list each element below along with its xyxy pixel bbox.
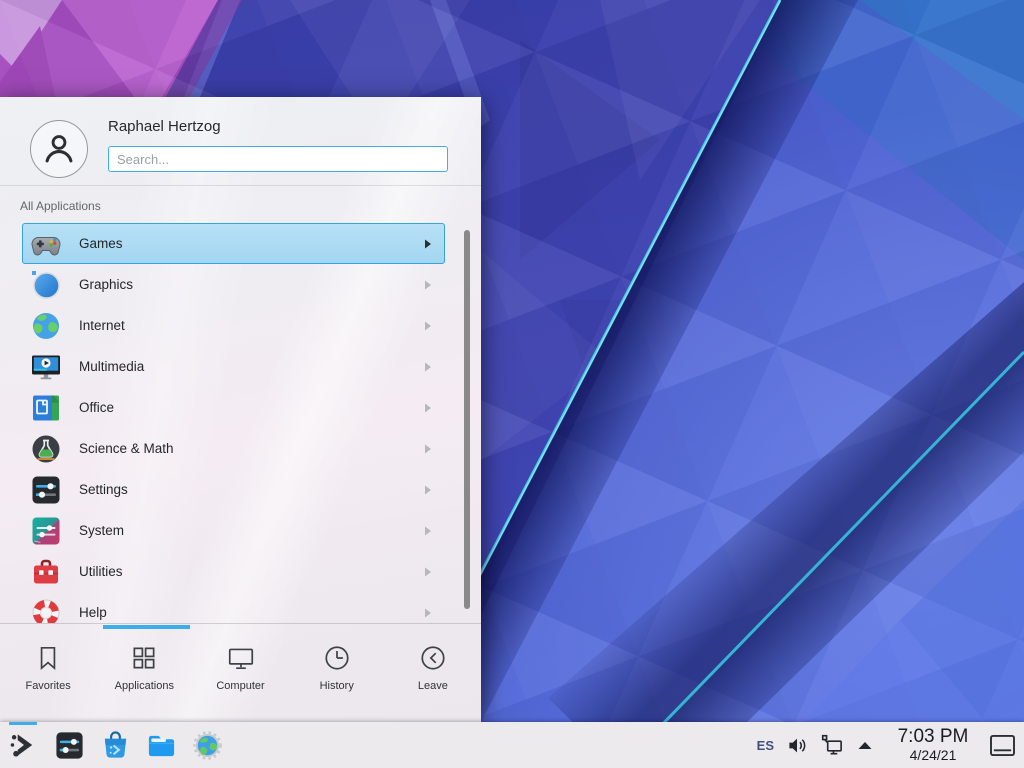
- category-item-system[interactable]: System: [22, 510, 445, 551]
- gamepad-icon: [30, 228, 62, 260]
- taskbar-app-system-settings[interactable]: [46, 722, 92, 768]
- multimedia-icon: [30, 351, 62, 383]
- category-item-internet[interactable]: Internet: [22, 305, 445, 346]
- science-icon: [30, 433, 62, 465]
- submenu-arrow-icon: [424, 321, 432, 331]
- submenu-arrow-icon: [424, 567, 432, 577]
- clock-time: 7:03 PM: [889, 727, 977, 747]
- office-icon: [30, 392, 62, 424]
- category-label: Settings: [79, 482, 128, 497]
- leave-icon: [418, 643, 448, 673]
- tab-label: Applications: [115, 680, 174, 692]
- submenu-arrow-icon: [424, 444, 432, 454]
- show-desktop-button[interactable]: [989, 734, 1016, 757]
- clock-date: 4/24/21: [889, 748, 977, 763]
- category-item-utilities[interactable]: Utilities: [22, 551, 445, 592]
- tab-history[interactable]: History: [289, 630, 385, 722]
- active-tab-indicator: [103, 625, 190, 629]
- system-settings-icon: [54, 730, 85, 761]
- category-item-science-math[interactable]: Science & Math: [22, 428, 445, 469]
- expand-arrow-icon[interactable]: [857, 740, 873, 750]
- taskbar: ES 7:03 PM 4/24/21: [0, 722, 1024, 768]
- help-icon: [30, 597, 62, 624]
- clock-widget[interactable]: 7:03 PM 4/24/21: [889, 727, 977, 763]
- category-item-settings[interactable]: Settings: [22, 469, 445, 510]
- tab-label: History: [320, 680, 354, 692]
- taskbar-apps: [0, 722, 230, 768]
- search-input[interactable]: [108, 146, 448, 172]
- category-label: System: [79, 523, 124, 538]
- taskbar-app-web-browser[interactable]: [184, 722, 230, 768]
- keyboard-layout-indicator[interactable]: ES: [757, 738, 774, 753]
- category-label: Science & Math: [79, 441, 174, 456]
- browser-globe-icon: [192, 730, 223, 761]
- category-label: Internet: [79, 318, 125, 333]
- launcher-header: Raphael Hertzog: [0, 97, 481, 186]
- tab-leave[interactable]: Leave: [385, 630, 481, 722]
- category-item-help[interactable]: Help: [22, 592, 445, 623]
- tab-label: Leave: [418, 680, 448, 692]
- submenu-arrow-icon: [424, 280, 432, 290]
- system-icon: [30, 515, 62, 547]
- launcher-tabbar: Favorites Applications Computer History …: [0, 630, 481, 722]
- kde-launcher-icon: [8, 730, 39, 761]
- submenu-arrow-icon: [424, 485, 432, 495]
- submenu-arrow-icon: [424, 608, 432, 618]
- category-item-graphics[interactable]: Graphics: [22, 264, 445, 305]
- history-clock-icon: [322, 643, 352, 673]
- computer-icon: [226, 643, 256, 673]
- section-label: All Applications: [20, 199, 101, 213]
- category-item-games[interactable]: Games: [22, 223, 445, 264]
- user-icon: [40, 130, 78, 168]
- submenu-arrow-icon: [424, 526, 432, 536]
- category-label: Multimedia: [79, 359, 144, 374]
- scrollbar-handle[interactable]: [464, 230, 470, 609]
- category-label: Office: [79, 400, 114, 415]
- graphics-icon: [30, 269, 62, 301]
- user-avatar[interactable]: [30, 120, 88, 178]
- tab-applications[interactable]: Applications: [96, 630, 192, 722]
- category-label: Help: [79, 605, 107, 620]
- tabbar-separator: [0, 623, 481, 624]
- tab-label: Computer: [216, 680, 264, 692]
- folder-icon: [146, 730, 177, 761]
- taskbar-app-discover[interactable]: [92, 722, 138, 768]
- submenu-arrow-icon: [424, 403, 432, 413]
- tab-computer[interactable]: Computer: [192, 630, 288, 722]
- volume-icon[interactable]: [787, 735, 808, 756]
- category-item-office[interactable]: Office: [22, 387, 445, 428]
- app-grid-icon: [129, 643, 159, 673]
- network-icon[interactable]: [821, 734, 844, 757]
- settings-icon: [30, 474, 62, 506]
- tab-label: Favorites: [25, 680, 70, 692]
- submenu-arrow-icon: [424, 362, 432, 372]
- peek-desktop-icon: [989, 734, 1016, 757]
- taskbar-app-app-launcher[interactable]: [0, 722, 46, 768]
- user-name: Raphael Hertzog: [108, 118, 221, 135]
- submenu-arrow-icon: [424, 239, 432, 249]
- category-label: Games: [79, 236, 123, 251]
- utilities-icon: [30, 556, 62, 588]
- system-tray: ES 7:03 PM 4/24/21: [757, 727, 1016, 763]
- category-item-multimedia[interactable]: Multimedia: [22, 346, 445, 387]
- globe-icon: [30, 310, 62, 342]
- tab-favorites[interactable]: Favorites: [0, 630, 96, 722]
- category-list: Games Graphics Internet Multimedia Offic…: [0, 223, 481, 623]
- discover-icon: [100, 730, 131, 761]
- category-label: Utilities: [79, 564, 123, 579]
- taskbar-app-file-manager[interactable]: [138, 722, 184, 768]
- category-label: Graphics: [79, 277, 133, 292]
- bookmark-icon: [33, 643, 63, 673]
- application-launcher-menu: Raphael Hertzog All Applications Games G…: [0, 97, 481, 722]
